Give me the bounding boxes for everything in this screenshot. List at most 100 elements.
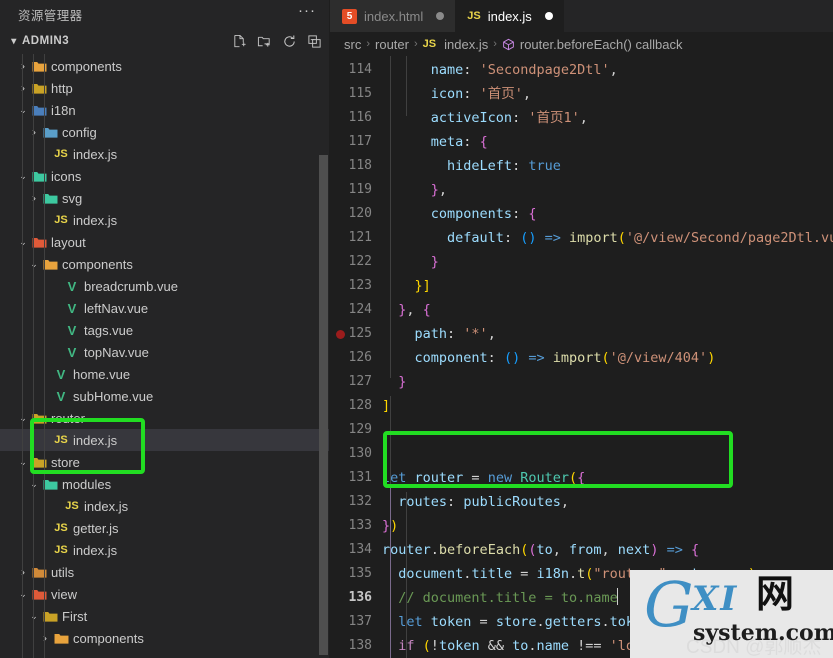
chevron-down-icon[interactable]: ⌄ [28,473,40,495]
chevron-right-icon[interactable]: › [17,561,29,583]
tree-item-index-js[interactable]: JS index.js [0,495,330,517]
line-number-134[interactable]: 134 [330,538,382,562]
line-number-126[interactable]: 126 [330,346,382,370]
editor-tab-bar[interactable]: 5 index.html JS index.js [330,0,833,32]
code-line-116[interactable]: activeIcon: '首页1', [382,106,833,130]
line-number-125[interactable]: 125 [330,322,382,346]
chevron-down-icon[interactable]: ⌄ [17,231,29,253]
tree-item-svg[interactable]: › svg [0,187,330,209]
tree-item-components[interactable]: ⌄ components [0,253,330,275]
chevron-down-icon[interactable]: ⌄ [28,253,40,275]
new-file-icon[interactable] [232,34,247,49]
tree-item-leftNav-vue[interactable]: VleftNav.vue [0,297,330,319]
tree-item-config[interactable]: › config [0,121,330,143]
tree-item-breadcrumb-vue[interactable]: Vbreadcrumb.vue [0,275,330,297]
breadcrumb-item-2[interactable]: index.js [444,37,488,52]
tree-item-index-js[interactable]: JS index.js [0,209,330,231]
code-content[interactable]: name: 'Secondpage2Dtl', icon: '首页', acti… [382,56,833,658]
line-number-121[interactable]: 121 [330,226,382,250]
collapse-all-icon[interactable] [307,34,322,49]
project-section-header[interactable]: ▾ ADMIN3 [0,28,330,54]
tree-item-store[interactable]: ⌄ store [0,451,330,473]
tree-item-utils[interactable]: › utils [0,561,330,583]
line-number-129[interactable]: 129 [330,418,382,442]
line-number-138[interactable]: 138 [330,634,382,658]
line-number-118[interactable]: 118 [330,154,382,178]
chevron-down-icon[interactable]: ⌄ [17,407,29,429]
code-line-118[interactable]: hideLeft: true [382,154,833,178]
line-number-132[interactable]: 132 [330,490,382,514]
code-editor[interactable]: 114 115 116 117 118 119 120 121 122 123 124 125 126 1… [330,56,833,658]
chevron-down-icon[interactable]: ⌄ [17,165,29,187]
line-number-127[interactable]: 127 [330,370,382,394]
line-number-124[interactable]: 124 [330,298,382,322]
line-number-135[interactable]: 135 [330,562,382,586]
chevron-down-icon[interactable]: ▾ [6,36,22,47]
unsaved-indicator-icon[interactable] [436,12,445,20]
unsaved-indicator-icon[interactable] [544,12,553,20]
code-line-117[interactable]: meta: { [382,130,833,154]
line-number-131[interactable]: 131 [330,466,382,490]
tree-item-tags-vue[interactable]: Vtags.vue [0,319,330,341]
chevron-down-icon[interactable]: ⌄ [17,451,29,473]
line-number-122[interactable]: 122 [330,250,382,274]
line-number-136[interactable]: 136 [330,586,382,610]
tree-item-components[interactable]: › components [0,55,330,77]
breakpoint-icon[interactable] [336,330,345,339]
code-line-119[interactable]: }, [382,178,833,202]
tree-item-view[interactable]: ⌄ view [0,583,330,605]
file-tree[interactable]: › components › http ⌄ i18n › config JS index.js ⌄ i… [0,54,330,658]
line-number-117[interactable]: 117 [330,130,382,154]
code-line-130[interactable] [382,442,833,466]
tree-item-index-js[interactable]: JS index.js [0,429,330,451]
tree-item-router[interactable]: ⌄ router [0,407,330,429]
code-line-121[interactable]: default: () => import('@/view/Second/pag… [382,226,833,250]
code-line-114[interactable]: name: 'Secondpage2Dtl', [382,58,833,82]
line-number-115[interactable]: 115 [330,82,382,106]
line-number-128[interactable]: 128 [330,394,382,418]
chevron-right-icon[interactable]: › [28,187,40,209]
line-number-137[interactable]: 137 [330,610,382,634]
tab-index-html[interactable]: 5 index.html [330,0,456,32]
code-line-125[interactable]: path: '*', [382,322,833,346]
sidebar-scrollbar[interactable] [319,155,328,655]
line-number-120[interactable]: 120 [330,202,382,226]
chevron-right-icon[interactable]: › [39,627,51,649]
line-number-130[interactable]: 130 [330,442,382,466]
tree-item-i18n[interactable]: ⌄ i18n [0,99,330,121]
line-number-123[interactable]: 123 [330,274,382,298]
code-line-128[interactable]: ] [382,394,833,418]
new-folder-icon[interactable] [257,34,272,49]
chevron-right-icon[interactable]: › [17,77,29,99]
line-number-133[interactable]: 133 [330,514,382,538]
chevron-down-icon[interactable]: ⌄ [17,99,29,121]
refresh-icon[interactable] [282,34,297,49]
code-line-126[interactable]: component: () => import('@/view/404') [382,346,833,370]
tree-item-http[interactable]: › http [0,77,330,99]
chevron-right-icon[interactable]: › [28,121,40,143]
line-number-116[interactable]: 116 [330,106,382,130]
chevron-right-icon[interactable]: › [17,55,29,77]
code-line-122[interactable]: } [382,250,833,274]
tree-item-subHome-vue[interactable]: VsubHome.vue [0,385,330,407]
line-number-119[interactable]: 119 [330,178,382,202]
tree-item-layout[interactable]: ⌄ layout [0,231,330,253]
tab-index-js[interactable]: JS index.js [455,0,564,32]
code-line-115[interactable]: icon: '首页', [382,82,833,106]
breadcrumb[interactable]: src › router › JS index.js › router.beforeEach(… [330,32,833,56]
code-line-120[interactable]: components: { [382,202,833,226]
tree-item-topNav-vue[interactable]: VtopNav.vue [0,341,330,363]
code-line-134[interactable]: router.beforeEach((to, from, next) => { [382,538,833,562]
tree-item-index-js[interactable]: JS index.js [0,143,330,165]
breadcrumb-item-3[interactable]: router.beforeEach() callback [520,37,683,52]
breadcrumb-item-1[interactable]: router [375,37,409,52]
code-line-124[interactable]: }, { [382,298,833,322]
breadcrumb-item-0[interactable]: src [344,37,361,52]
code-line-133[interactable]: }) [382,514,833,538]
chevron-down-icon[interactable]: ⌄ [28,605,40,627]
code-line-129[interactable] [382,418,833,442]
line-number-gutter[interactable]: 114 115 116 117 118 119 120 121 122 123 124 125 126 1… [330,56,382,658]
code-line-123[interactable]: }] [382,274,833,298]
tree-item-modules[interactable]: ⌄ modules [0,473,330,495]
tree-item-home-vue[interactable]: Vhome.vue [0,363,330,385]
